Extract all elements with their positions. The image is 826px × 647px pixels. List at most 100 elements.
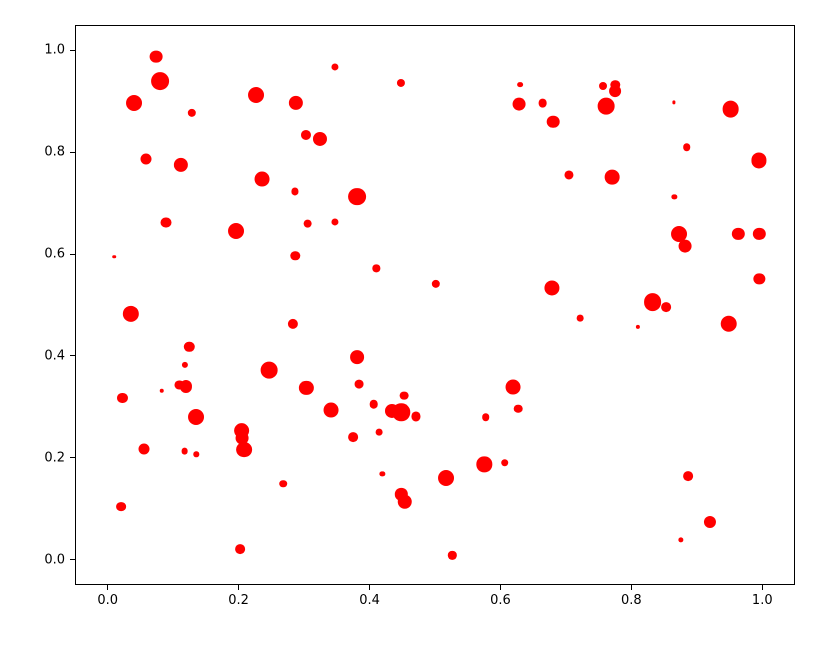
scatter-point [505,379,520,394]
scatter-point [181,448,188,455]
scatter-point [248,87,264,103]
x-tick-label: 0.4 [359,593,380,608]
scatter-point [116,502,126,512]
plot-area [75,25,795,585]
scatter-point [438,470,454,486]
x-tick-label: 0.2 [228,593,249,608]
scatter-point [117,393,127,403]
y-tick-label: 0.0 [44,552,65,567]
scatter-point [149,50,162,63]
scatter-point [544,281,559,296]
scatter-point [299,381,313,395]
scatter-point [373,265,380,272]
y-tick-label: 0.6 [44,247,65,262]
scatter-point [235,544,245,554]
scatter-point [513,97,526,110]
y-tick [70,457,75,458]
x-tick [762,585,763,590]
scatter-point [348,432,358,442]
scatter-point [313,132,327,146]
scatter-figure: 0.0 0.2 0.4 0.6 0.8 1.0 0.0 0.2 0.4 0.6 0.8 1.0 [0,0,826,647]
x-tick [238,585,239,590]
y-tick [70,152,75,153]
scatter-point [635,325,639,329]
scatter-point [348,188,366,206]
scatter-point [161,217,172,228]
scatter-point [609,85,621,97]
scatter-point [280,480,288,488]
scatter-point [303,219,312,228]
x-tick-label: 1.0 [752,593,773,608]
scatter-point [672,194,677,199]
scatter-point [184,342,194,352]
scatter-point [291,188,298,195]
scatter-point [331,218,338,225]
scatter-point [683,143,691,151]
scatter-point [518,82,524,88]
scatter-point [291,251,300,260]
scatter-point [289,96,303,110]
scatter-point [644,293,662,311]
scatter-point [432,280,440,288]
scatter-point [720,316,737,333]
x-tick [369,585,370,590]
x-tick-label: 0.8 [621,593,642,608]
y-tick [70,559,75,560]
scatter-point [678,538,683,543]
scatter-point [514,405,523,414]
scatter-point [577,315,584,322]
scatter-point [188,409,204,425]
scatter-point [598,98,615,115]
scatter-point [355,380,364,389]
scatter-point [722,101,739,118]
scatter-point [376,428,383,435]
y-tick-label: 0.2 [44,450,65,465]
y-tick [70,254,75,255]
scatter-point [732,228,744,240]
scatter-point [288,319,298,329]
scatter-point [370,400,379,409]
scatter-point [704,516,716,528]
y-tick-label: 0.8 [44,145,65,160]
scatter-point [126,95,142,111]
scatter-point [323,403,338,418]
scatter-point [261,362,278,379]
y-tick-label: 0.4 [44,348,65,363]
scatter-point [564,170,573,179]
scatter-point [234,423,250,439]
scatter-point [678,240,691,253]
scatter-point [112,255,116,259]
x-tick [500,585,501,590]
scatter-point [673,101,676,104]
scatter-point [683,471,693,481]
scatter-point [411,412,420,421]
scatter-point [605,170,620,185]
scatter-point [400,391,409,400]
scatter-point [188,109,196,117]
scatter-point [159,388,164,393]
scatter-point [482,414,490,422]
scatter-point [477,457,492,472]
y-tick-label: 1.0 [44,43,65,58]
scatter-point [754,273,765,284]
scatter-point [753,228,765,240]
x-tick-label: 0.6 [490,593,511,608]
scatter-point [194,451,199,456]
scatter-point [752,153,767,168]
scatter-point [380,471,385,476]
x-tick-label: 0.0 [97,593,118,608]
scatter-point [547,115,560,128]
scatter-point [141,153,152,164]
scatter-point [599,82,607,90]
scatter-point [351,351,365,365]
scatter-point [538,99,547,108]
scatter-point [182,361,188,367]
scatter-point [228,223,244,239]
scatter-point [236,442,252,458]
scatter-point [139,444,150,455]
scatter-point [397,78,405,86]
x-tick [107,585,108,590]
scatter-point [151,73,169,91]
scatter-point [448,551,456,559]
scatter-point [174,158,188,172]
